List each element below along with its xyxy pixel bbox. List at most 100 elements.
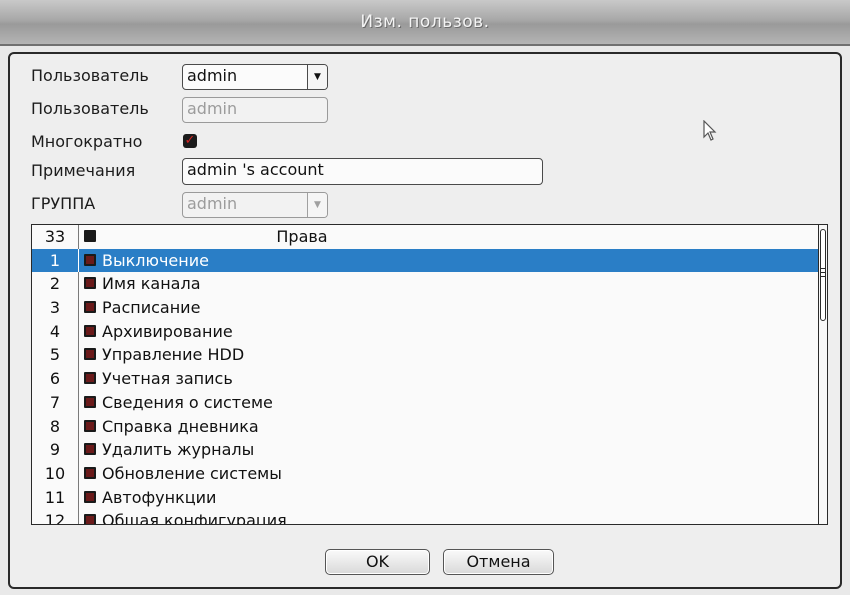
rights-list-item[interactable]: 9 Удалить журналы — [32, 438, 820, 462]
rights-scrollbar[interactable] — [818, 225, 827, 524]
right-checkbox[interactable] — [84, 466, 96, 479]
right-checkbox[interactable] — [84, 324, 96, 337]
check-mark-icon — [86, 279, 94, 288]
notes-value: admin 's account — [187, 160, 324, 179]
right-label: Общая конфигурация — [102, 511, 287, 525]
check-mark-icon — [86, 303, 94, 312]
right-label: Автофункции — [102, 487, 217, 507]
right-number: 3 — [49, 298, 61, 318]
user-select-label: Пользователь — [31, 66, 149, 85]
right-number: 6 — [49, 369, 61, 389]
chevron-down-icon[interactable]: ▼ — [307, 65, 327, 89]
mouse-cursor-icon — [703, 120, 717, 141]
right-checkbox[interactable] — [84, 395, 96, 408]
multiple-label: Многократно — [31, 132, 143, 151]
right-checkbox[interactable] — [84, 419, 96, 432]
right-checkbox[interactable] — [84, 253, 96, 266]
multiple-checkbox[interactable]: ✓ — [183, 134, 197, 148]
check-mark-icon — [86, 445, 94, 454]
right-label: Обновление системы — [102, 463, 282, 483]
column-divider — [78, 414, 79, 439]
right-label: Сведения о системе — [102, 392, 273, 412]
rights-list-item[interactable]: 6 Учетная запись — [32, 367, 820, 391]
column-divider — [78, 367, 79, 391]
right-number: 9 — [49, 440, 61, 460]
right-checkbox[interactable] — [84, 277, 96, 290]
notes-label: Примечания — [31, 161, 136, 180]
right-checkbox[interactable] — [84, 348, 96, 361]
column-divider — [78, 461, 79, 486]
right-label: Учетная запись — [102, 369, 233, 389]
right-number: 7 — [49, 392, 61, 412]
user-name-label: Пользователь — [31, 99, 149, 118]
group-value: admin — [187, 194, 238, 213]
grip-line — [821, 276, 825, 277]
right-checkbox[interactable] — [84, 443, 96, 456]
right-checkbox[interactable] — [84, 301, 96, 314]
grip-line — [821, 268, 825, 269]
check-mark-icon — [86, 374, 94, 383]
right-number: 5 — [49, 345, 61, 365]
right-checkbox[interactable] — [84, 514, 96, 524]
rights-list-item[interactable]: 5 Управление HDD — [32, 343, 820, 368]
check-mark-icon — [86, 516, 94, 524]
user-select-value: admin — [187, 66, 238, 85]
right-label: Расписание — [102, 298, 201, 318]
right-checkbox[interactable] — [84, 490, 96, 503]
group-label: ГРУППА — [31, 194, 96, 213]
column-divider — [78, 438, 79, 462]
ok-button[interactable]: OK — [325, 549, 430, 575]
rights-list-item[interactable]: 7 Сведения о системе — [32, 390, 820, 415]
column-divider — [78, 272, 79, 297]
right-label: Удалить журналы — [102, 440, 255, 460]
scrollbar-thumb[interactable] — [820, 229, 826, 321]
column-divider — [78, 296, 79, 320]
rights-list-item[interactable]: 10 Обновление системы — [32, 461, 820, 486]
right-number: 11 — [44, 487, 66, 507]
check-mark-icon — [86, 255, 94, 264]
rights-list-item[interactable]: 1 Выключение — [32, 248, 820, 273]
right-number: 4 — [49, 321, 61, 341]
column-divider — [78, 390, 79, 415]
right-label: Управление HDD — [102, 345, 245, 365]
check-mark-icon — [86, 492, 94, 501]
column-divider — [78, 343, 79, 368]
edit-user-dialog: Изм. пользов. Пользователь admin ▼ Польз… — [0, 0, 850, 595]
rights-list-item[interactable]: 8 Справка дневника — [32, 414, 820, 439]
right-number: 1 — [49, 250, 61, 270]
grip-line — [821, 272, 825, 273]
rights-list-item[interactable]: 3 Расписание — [32, 296, 820, 320]
rights-header-label: Права — [276, 227, 328, 246]
notes-input[interactable]: admin 's account — [182, 158, 543, 185]
right-label: Имя канала — [102, 274, 201, 294]
check-mark-icon — [86, 421, 94, 430]
right-checkbox[interactable] — [84, 372, 96, 385]
right-number: 2 — [49, 274, 61, 294]
check-mark-icon — [86, 468, 94, 477]
rights-list-item[interactable]: 12 Общая конфигурация — [32, 509, 820, 525]
user-name-field: admin — [182, 97, 328, 123]
group-dropdown: admin ▼ — [182, 192, 328, 218]
dialog-title: Изм. пользов. — [0, 0, 850, 46]
user-select-dropdown[interactable]: admin ▼ — [182, 64, 328, 90]
column-divider — [78, 509, 79, 524]
check-mark-icon — [86, 397, 94, 406]
column-divider — [78, 248, 79, 273]
user-name-value: admin — [187, 99, 238, 118]
rights-list[interactable]: 33 Права 1 Выключение 2 Имя канала 3 Расписан… — [31, 224, 828, 525]
rights-list-header: 33 Права — [32, 225, 820, 249]
right-number: 10 — [44, 463, 66, 483]
check-mark-icon — [86, 350, 94, 359]
chevron-down-icon: ▼ — [307, 193, 327, 217]
check-mark-icon — [86, 326, 94, 335]
rights-list-item[interactable]: 2 Имя канала — [32, 272, 820, 297]
right-number: 12 — [44, 511, 66, 525]
column-divider — [78, 319, 79, 344]
rights-list-item[interactable]: 4 Архивирование — [32, 319, 820, 344]
right-label: Архивирование — [102, 321, 233, 341]
column-divider — [78, 485, 79, 510]
right-label: Выключение — [102, 250, 209, 270]
rights-list-item[interactable]: 11 Автофункции — [32, 485, 820, 510]
cancel-button[interactable]: Отмена — [443, 549, 554, 575]
right-number: 8 — [49, 416, 61, 436]
